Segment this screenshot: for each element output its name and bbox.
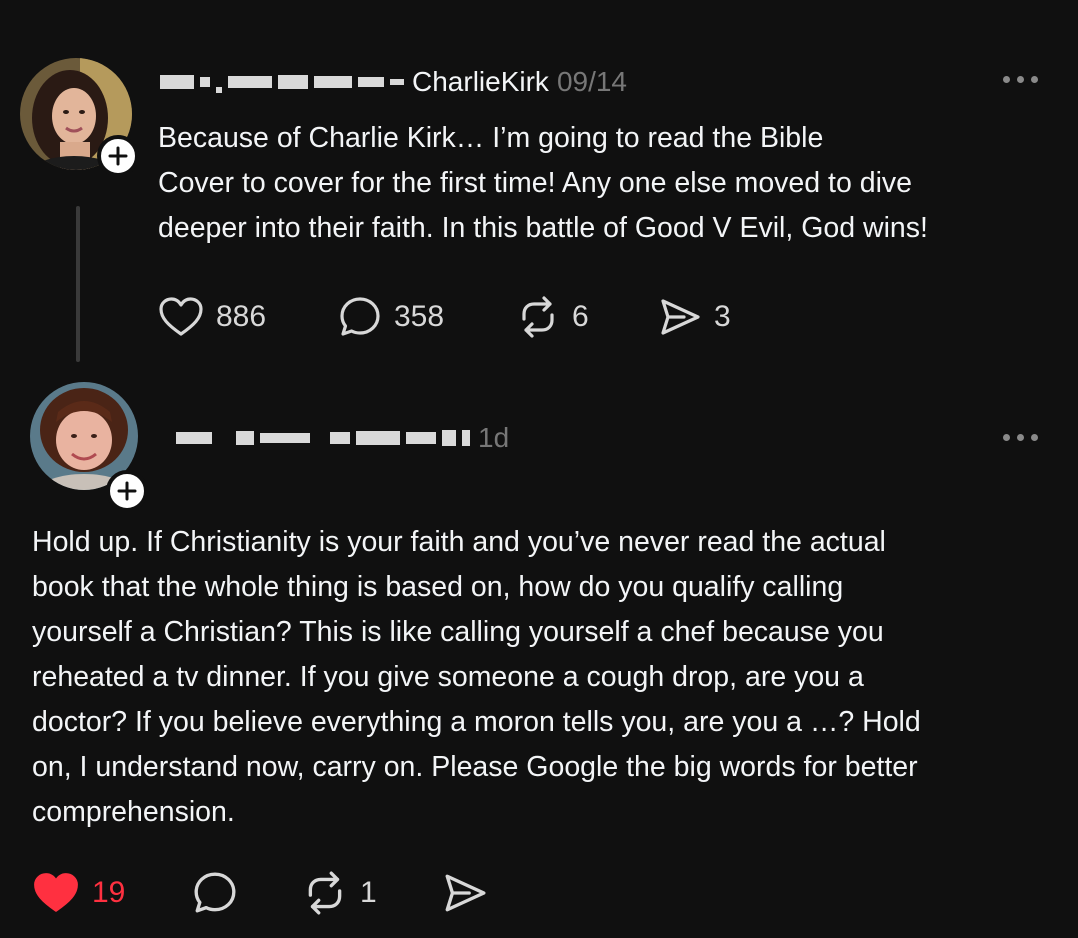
- comment-icon: [194, 872, 236, 913]
- like-count: 886: [216, 300, 267, 333]
- more-icon: [1003, 434, 1010, 441]
- post-header: CharlieKirk 09/14: [160, 62, 627, 102]
- follow-button[interactable]: [97, 135, 139, 177]
- action-bar: 19 1: [32, 870, 502, 916]
- like-button[interactable]: 19: [32, 871, 192, 915]
- follow-button[interactable]: [106, 470, 148, 512]
- thread-line: [76, 206, 80, 362]
- share-icon: [661, 299, 700, 335]
- more-button[interactable]: [1003, 434, 1038, 441]
- author-tag[interactable]: CharlieKirk: [412, 66, 549, 98]
- repost-button[interactable]: 6: [516, 295, 658, 339]
- comment-icon: [340, 297, 380, 336]
- like-button[interactable]: 886: [158, 296, 338, 338]
- repost-count: 6: [572, 300, 589, 333]
- original-post: CharlieKirk 09/14 Because of Charlie Kir…: [0, 0, 1078, 380]
- redacted-username: [176, 430, 470, 446]
- reply-button[interactable]: [192, 870, 302, 916]
- repost-count: 1: [360, 876, 377, 909]
- action-bar: 886 358 6 3: [158, 294, 758, 340]
- more-button[interactable]: [1003, 76, 1038, 83]
- reply-button[interactable]: 358: [338, 295, 516, 339]
- repost-icon: [522, 296, 554, 338]
- post-header: 1d: [176, 418, 509, 458]
- follow-plus-icon: [117, 481, 137, 501]
- post-time[interactable]: 1d: [478, 422, 509, 454]
- heart-icon: [34, 873, 78, 912]
- share-button[interactable]: 3: [658, 295, 758, 339]
- avatar[interactable]: [30, 382, 148, 512]
- reply-post: 1d Hold up. If Christianity is your fait…: [0, 370, 1078, 938]
- post-time[interactable]: 09/14: [557, 66, 627, 98]
- avatar[interactable]: [20, 58, 139, 177]
- share-count: 3: [714, 300, 731, 333]
- post-text: Hold up. If Christianity is your faith a…: [32, 526, 921, 828]
- post-text: Because of Charlie Kirk… I’m going to re…: [158, 122, 928, 244]
- share-button[interactable]: [442, 870, 502, 916]
- like-count: 19: [92, 876, 126, 909]
- repost-icon: [308, 871, 342, 915]
- redacted-username: [160, 71, 404, 93]
- heart-icon: [159, 297, 203, 336]
- repost-button[interactable]: 1: [302, 870, 442, 916]
- share-icon: [445, 874, 486, 912]
- more-icon: [1003, 76, 1010, 83]
- reply-count: 358: [394, 300, 445, 333]
- follow-plus-icon: [108, 146, 128, 166]
